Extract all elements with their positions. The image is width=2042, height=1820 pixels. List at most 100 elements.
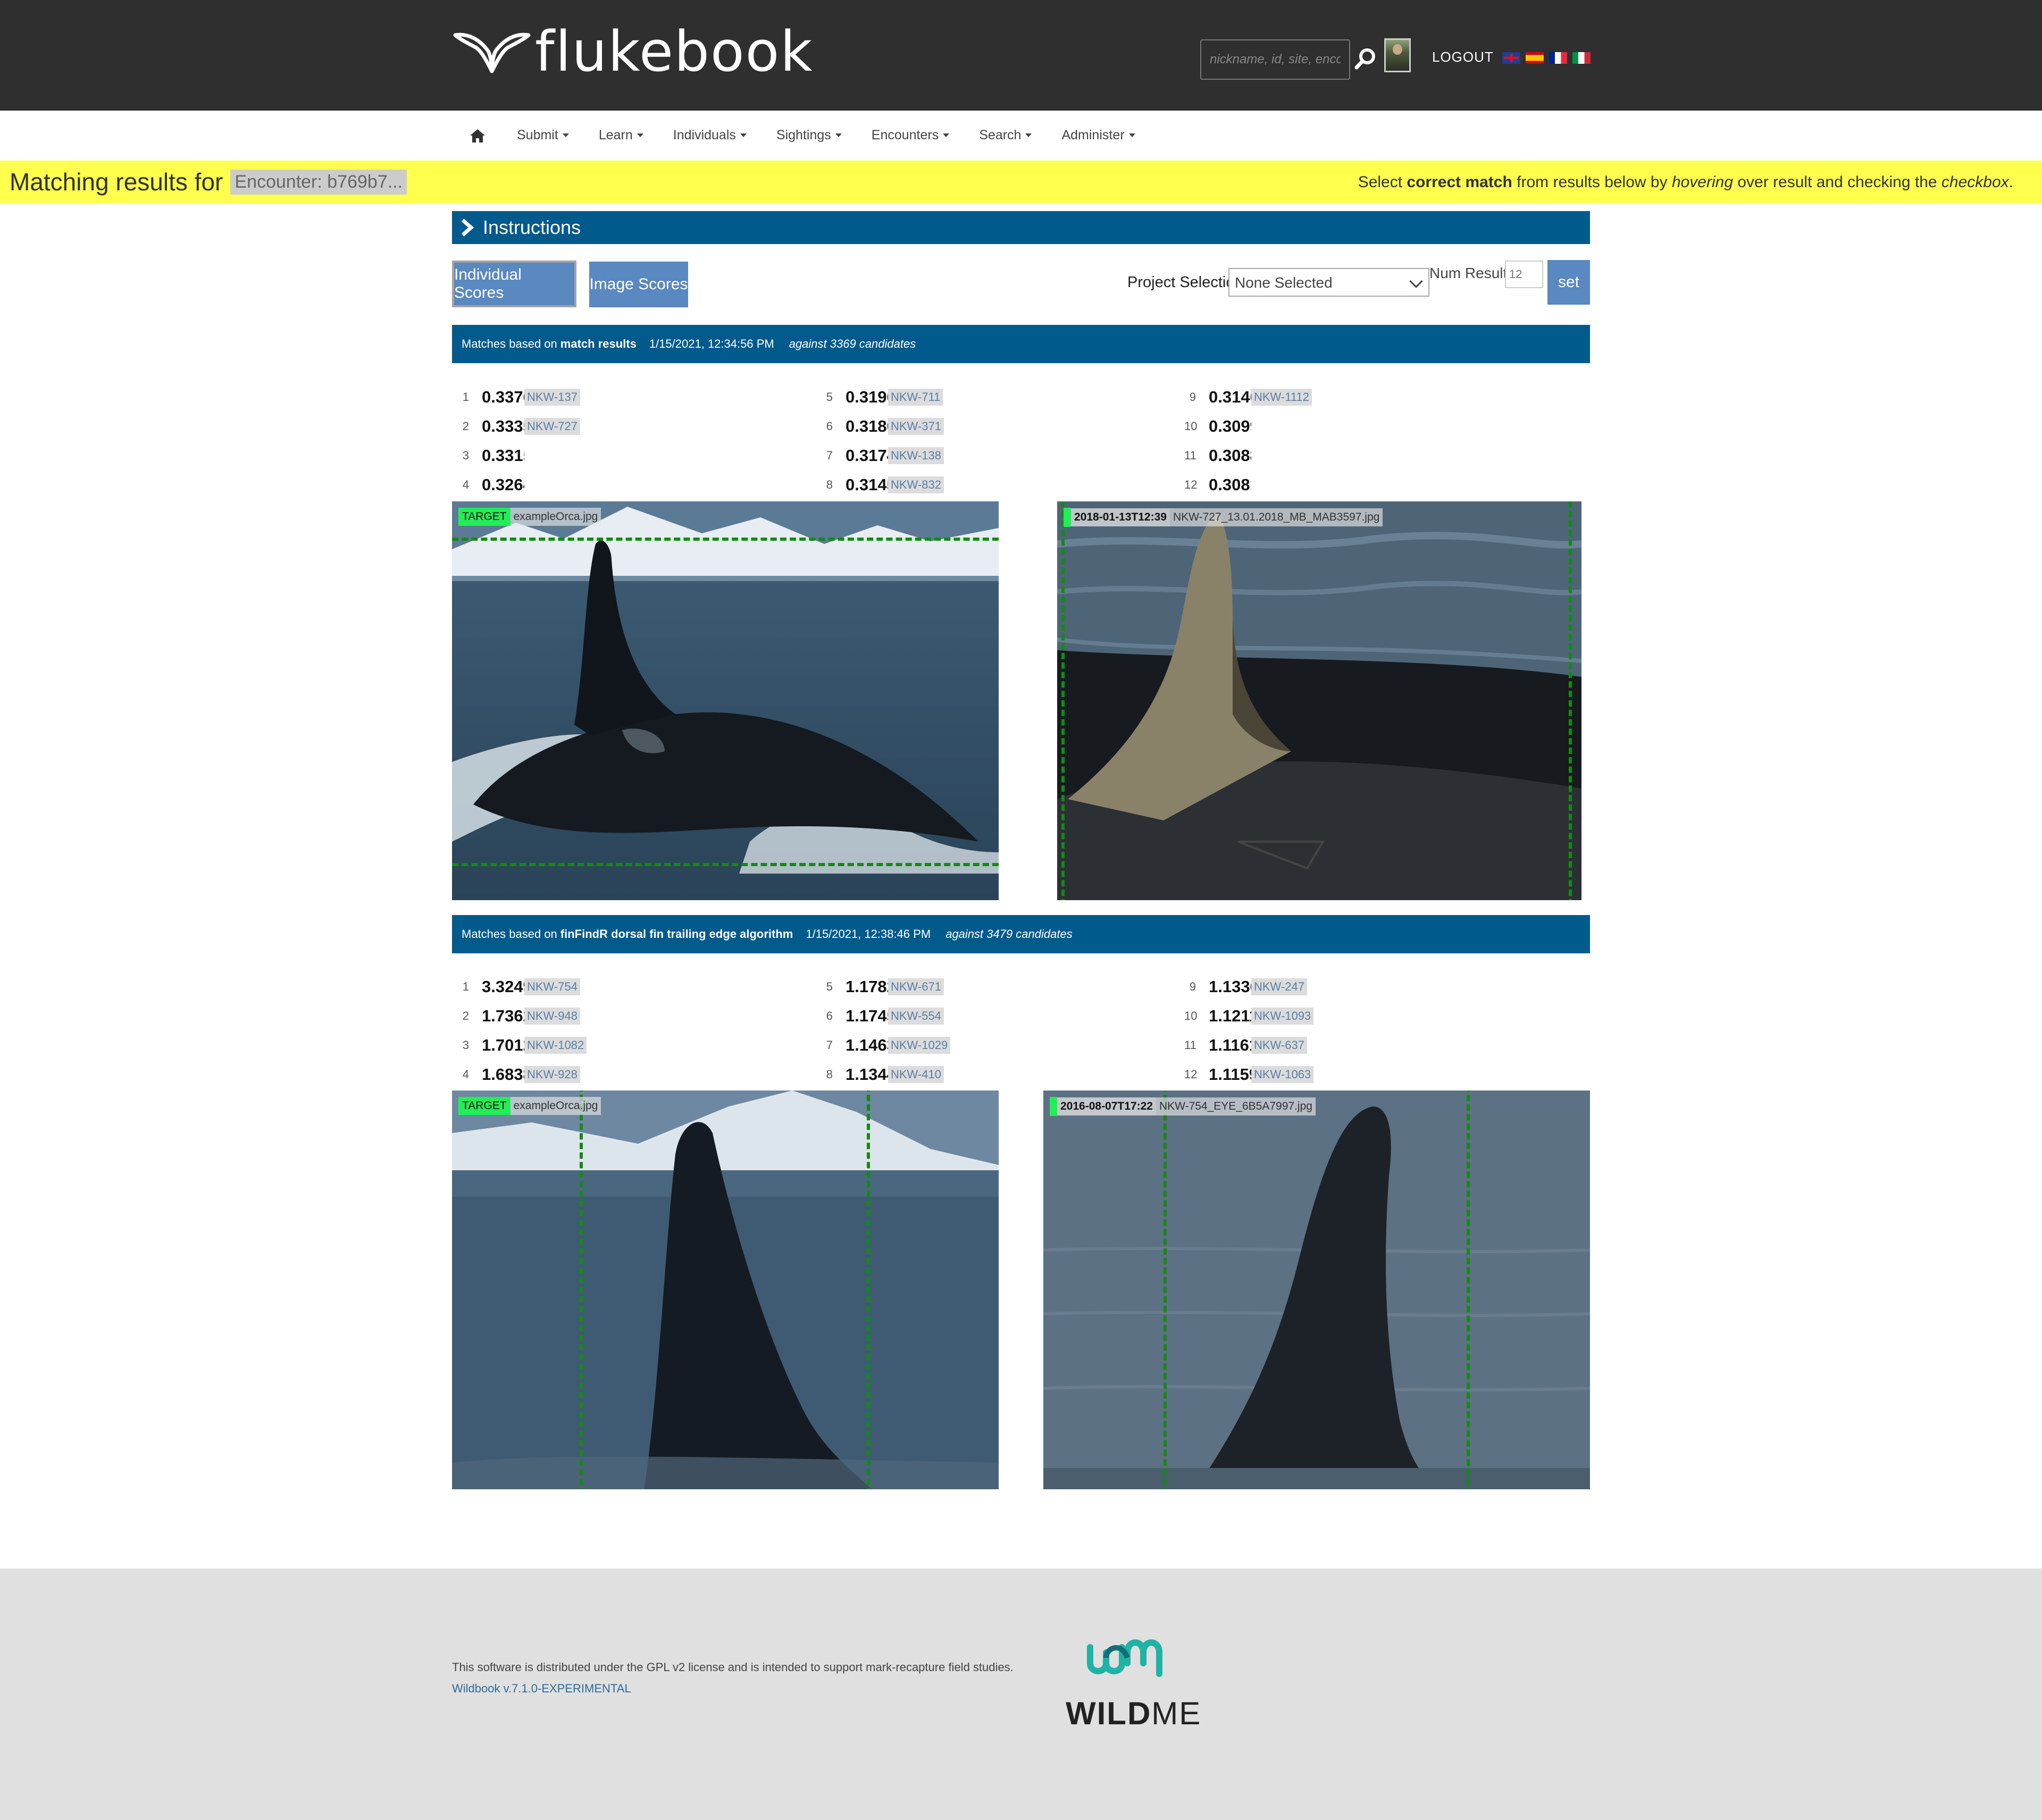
nav-item-encounters[interactable]: Encounters	[872, 128, 950, 143]
result-row[interactable]: 6 0.3180NKW-371	[821, 413, 944, 440]
wildbook-version-link[interactable]: Wildbook v.7.1.0-EXPERIMENTAL	[452, 1682, 631, 1696]
individual-id-link[interactable]: NKW-247	[1251, 978, 1307, 995]
flag-it-icon[interactable]	[1572, 52, 1591, 64]
result-row[interactable]: 12 0.3081	[1184, 471, 1251, 499]
individual-id-link[interactable]: NKW-1029	[888, 1037, 951, 1054]
license-text: This software is distributed under the G…	[452, 1660, 1014, 1674]
nav-item-learn[interactable]: Learn	[599, 128, 643, 143]
nav-item-submit[interactable]: Submit	[517, 128, 569, 143]
result-row[interactable]: 1 0.3376NKW-137	[457, 383, 580, 411]
result-row[interactable]: 3 1.7012NKW-1082	[457, 1031, 587, 1059]
individual-id-link[interactable]: NKW-671	[888, 978, 944, 995]
chevron-right-icon	[461, 219, 474, 237]
matching-title: Matching results for Encounter: b769b7..…	[10, 167, 407, 196]
result-rank: 7	[826, 1038, 833, 1052]
result-row[interactable]: 10 0.3099	[1184, 413, 1251, 440]
result-rank: 8	[826, 1068, 833, 1081]
individual-id-link[interactable]: NKW-928	[524, 1066, 580, 1083]
individual-id-link[interactable]: NKW-754	[524, 978, 580, 995]
flag-en-icon[interactable]	[1502, 52, 1520, 64]
result-row[interactable]: 4 1.6838NKW-928	[457, 1061, 580, 1088]
bounding-box	[1164, 1091, 1470, 1489]
flukebook-logo[interactable]: flukebook	[452, 22, 813, 81]
match-image[interactable]: 2016-08-07T17:22 NKW-754_EYE_6B5A7997.jp…	[1043, 1091, 1590, 1489]
result-row[interactable]: 5 0.3196NKW-711	[821, 383, 943, 411]
nav-item-administer[interactable]: Administer	[1061, 128, 1135, 143]
home-icon[interactable]	[468, 127, 487, 145]
nav-item-label: Sightings	[776, 128, 831, 142]
num-results-input[interactable]	[1505, 261, 1543, 288]
individual-id-link[interactable]: NKW-1093	[1251, 1008, 1314, 1025]
individual-id-link[interactable]: NKW-637	[1251, 1037, 1307, 1054]
individual-scores-button[interactable]: Individual Scores	[452, 261, 576, 307]
flag-fr-icon[interactable]	[1549, 52, 1567, 64]
result-score: 1.7012	[482, 1036, 524, 1054]
target-filename: exampleOrca.jpg	[510, 508, 601, 526]
result-row[interactable]: 4 0.3264	[457, 471, 524, 499]
result-score: 0.3145	[846, 475, 888, 494]
target-image[interactable]: TARGET exampleOrca.jpg	[452, 1091, 999, 1489]
individual-id-link[interactable]: NKW-554	[888, 1008, 944, 1025]
match-image[interactable]: 2018-01-13T12:39 NKW-727_13.01.2018_MB_M…	[1057, 501, 1581, 900]
result-row[interactable]: 7 1.1463NKW-1029	[821, 1031, 951, 1059]
encounter-badge[interactable]: Encounter: b769b7...	[230, 169, 407, 195]
result-row[interactable]: 2 1.7362NKW-948	[457, 1002, 580, 1030]
result-rank: 10	[1184, 1009, 1198, 1022]
section-prefix: Matches based on	[462, 927, 557, 941]
individual-id-link[interactable]: NKW-138	[888, 447, 944, 464]
target-image[interactable]: TARGET exampleOrca.jpg	[452, 501, 999, 900]
bounding-box	[580, 1091, 870, 1489]
flag-es-icon[interactable]	[1526, 52, 1544, 64]
logout-link[interactable]: LOGOUT	[1432, 49, 1494, 65]
result-row[interactable]: 8 0.3145NKW-832	[821, 471, 944, 499]
individual-id-link[interactable]: NKW-948	[524, 1008, 580, 1025]
wildme-logo-icon[interactable]	[1085, 1631, 1165, 1684]
result-score: 0.3174	[846, 446, 888, 465]
match-checkbox[interactable]	[1064, 508, 1071, 527]
image-scores-button[interactable]: Image Scores	[589, 262, 688, 307]
result-row[interactable]: 11 1.1161NKW-637	[1184, 1031, 1307, 1059]
user-avatar[interactable]	[1384, 38, 1411, 72]
result-score: 0.3264	[482, 475, 524, 494]
target-tag: TARGET	[458, 508, 510, 526]
result-row[interactable]: 11 0.3088	[1184, 442, 1251, 469]
individual-id-link[interactable]: NKW-1063	[1251, 1066, 1314, 1083]
nav-item-individuals[interactable]: Individuals	[673, 128, 747, 143]
individual-id-link[interactable]: NKW-711	[888, 389, 943, 406]
individual-id-link[interactable]: NKW-1082	[524, 1037, 587, 1054]
result-row[interactable]: 9 1.1336NKW-247	[1184, 973, 1307, 1001]
result-row[interactable]: 12 1.1159NKW-1063	[1184, 1061, 1314, 1088]
nav-menu: Submit Learn Individuals Sightings Encounter…	[517, 128, 1135, 143]
nav-item-search[interactable]: Search	[979, 128, 1032, 143]
search-input[interactable]	[1200, 39, 1350, 80]
result-row[interactable]: 8 1.1344NKW-410	[821, 1061, 944, 1088]
result-row[interactable]: 6 1.1745NKW-554	[821, 1002, 944, 1030]
project-select[interactable]: None Selected	[1228, 268, 1429, 297]
individual-id-link[interactable]: NKW-371	[888, 418, 944, 435]
result-row[interactable]: 10 1.1211NKW-1093	[1184, 1002, 1314, 1030]
result-row[interactable]: 7 0.3174NKW-138	[821, 442, 944, 469]
result-row[interactable]: 9 0.3140NKW-1112	[1184, 383, 1312, 411]
result-rank: 5	[826, 390, 833, 404]
instructions-toggle[interactable]: Instructions	[452, 211, 1590, 244]
individual-id-link[interactable]: NKW-410	[888, 1066, 944, 1083]
nav-item-label: Individuals	[673, 128, 736, 142]
individual-id-link[interactable]: NKW-727	[524, 418, 580, 435]
match-checkbox[interactable]	[1050, 1097, 1057, 1116]
individual-id-link[interactable]: NKW-832	[888, 476, 944, 493]
result-score: 1.1344	[846, 1065, 888, 1084]
match-filename: NKW-727_13.01.2018_MB_MAB3597.jpg	[1169, 508, 1383, 526]
result-row[interactable]: 1 3.3249NKW-754	[457, 973, 580, 1001]
instr-hover: hovering	[1671, 173, 1734, 191]
caret-down-icon	[1025, 133, 1032, 137]
result-rank: 7	[826, 449, 833, 462]
individual-id-link[interactable]: NKW-137	[524, 389, 580, 406]
individual-id-link[interactable]: NKW-1112	[1251, 389, 1312, 406]
result-score: 1.1159	[1209, 1065, 1251, 1084]
result-row[interactable]: 2 0.3335NKW-727	[457, 413, 580, 440]
nav-item-sightings[interactable]: Sightings	[776, 128, 842, 143]
search-icon[interactable]	[1354, 47, 1377, 70]
set-button[interactable]: set	[1547, 260, 1590, 305]
result-row[interactable]: 3 0.3315	[457, 442, 524, 469]
result-row[interactable]: 5 1.1782NKW-671	[821, 973, 944, 1001]
